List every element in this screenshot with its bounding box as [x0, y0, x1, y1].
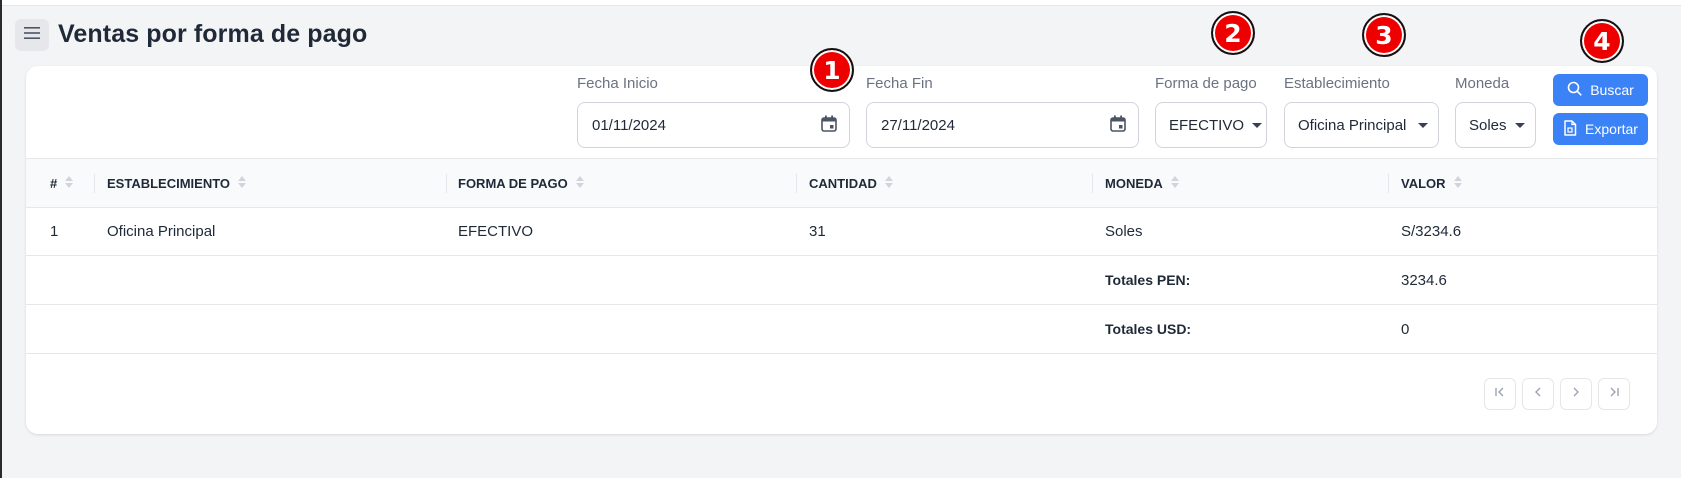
last-page-button[interactable]: [1598, 378, 1630, 410]
column-header-cantidad[interactable]: CANTIDAD: [809, 159, 894, 207]
annotation-marker-1: 1: [810, 48, 854, 92]
next-page-icon: [1570, 385, 1582, 403]
window-left-edge: [0, 0, 2, 478]
export-file-icon: [1563, 119, 1577, 139]
column-divider: [1388, 174, 1389, 193]
sort-icon: [1170, 175, 1180, 192]
totals-usd-label: Totales USD:: [1105, 321, 1192, 337]
calendar-icon[interactable]: [1110, 115, 1126, 136]
totals-pen-row: Totales PEN: 3234.6: [26, 256, 1657, 305]
last-page-icon: [1608, 385, 1620, 403]
cell-forma-pago: EFECTIVO: [458, 222, 534, 240]
sort-icon: [64, 175, 74, 192]
search-icon: [1567, 81, 1582, 99]
cell-moneda: Soles: [1105, 222, 1143, 240]
column-divider: [796, 174, 797, 193]
menu-icon: [24, 26, 40, 44]
moneda-value: Soles: [1469, 116, 1507, 134]
column-header-num[interactable]: #: [50, 159, 74, 207]
forma-pago-label: Forma de pago: [1155, 75, 1257, 92]
column-divider: [446, 174, 447, 193]
page-title: Ventas por forma de pago: [58, 20, 368, 48]
cell-valor: S/3234.6: [1401, 222, 1462, 240]
sort-icon: [237, 175, 247, 192]
fecha-fin-value: 27/11/2024: [881, 116, 955, 134]
moneda-select[interactable]: Soles: [1455, 102, 1536, 148]
fecha-inicio-value: 01/11/2024: [592, 116, 666, 134]
annotation-marker-2: 2: [1211, 11, 1255, 55]
annotation-marker-4: 4: [1580, 19, 1624, 63]
menu-toggle-button[interactable]: [15, 19, 49, 51]
chevron-down-icon: [1515, 122, 1525, 128]
totals-pen-value: 3234.6: [1401, 271, 1447, 289]
window-top-edge: [0, 0, 1681, 6]
chevron-down-icon: [1252, 122, 1263, 128]
cell-establecimiento: Oficina Principal: [107, 222, 216, 240]
sort-icon: [884, 175, 894, 192]
establecimiento-value: Oficina Principal: [1298, 116, 1407, 134]
report-card: Fecha Inicio 01/11/2024 Fecha Fin 27/11/…: [26, 66, 1657, 434]
forma-pago-select[interactable]: EFECTIVO: [1155, 102, 1267, 148]
first-page-icon: [1494, 385, 1506, 403]
sort-icon: [575, 175, 585, 192]
totals-usd-row: Totales USD: 0: [26, 305, 1657, 354]
table-row: 1 Oficina Principal EFECTIVO 31 Soles S/…: [26, 207, 1657, 256]
column-header-establecimiento[interactable]: ESTABLECIMIENTO: [107, 159, 247, 207]
column-divider: [1092, 174, 1093, 193]
chevron-down-icon: [1418, 122, 1428, 128]
fecha-fin-field[interactable]: 27/11/2024: [866, 102, 1139, 148]
establecimiento-select[interactable]: Oficina Principal: [1284, 102, 1439, 148]
prev-page-icon: [1532, 385, 1544, 403]
moneda-label: Moneda: [1455, 75, 1510, 92]
fecha-inicio-label: Fecha Inicio: [577, 75, 658, 92]
column-header-moneda[interactable]: MONEDA: [1105, 159, 1180, 207]
buscar-label: Buscar: [1590, 82, 1634, 98]
exportar-button[interactable]: Exportar: [1553, 113, 1648, 145]
calendar-icon[interactable]: [821, 115, 837, 136]
sort-icon: [1453, 175, 1463, 192]
exportar-label: Exportar: [1585, 121, 1638, 137]
annotation-marker-3: 3: [1362, 13, 1406, 57]
cell-cantidad: 31: [809, 222, 826, 240]
column-header-forma-pago[interactable]: FORMA DE PAGO: [458, 159, 585, 207]
totals-pen-label: Totales PEN:: [1105, 272, 1191, 288]
fecha-fin-label: Fecha Fin: [866, 75, 933, 92]
fecha-inicio-field[interactable]: 01/11/2024: [577, 102, 850, 148]
table-header: # ESTABLECIMIENTO FORMA DE PAGO CANTIDAD…: [26, 158, 1657, 208]
forma-pago-value: EFECTIVO: [1169, 116, 1245, 134]
column-divider: [94, 174, 95, 193]
establecimiento-label: Establecimiento: [1284, 75, 1390, 92]
totals-usd-value: 0: [1401, 320, 1410, 338]
prev-page-button[interactable]: [1522, 378, 1554, 410]
next-page-button[interactable]: [1560, 378, 1592, 410]
buscar-button[interactable]: Buscar: [1553, 74, 1648, 106]
column-header-valor[interactable]: VALOR: [1401, 159, 1463, 207]
cell-num: 1: [50, 222, 59, 240]
first-page-button[interactable]: [1484, 378, 1516, 410]
